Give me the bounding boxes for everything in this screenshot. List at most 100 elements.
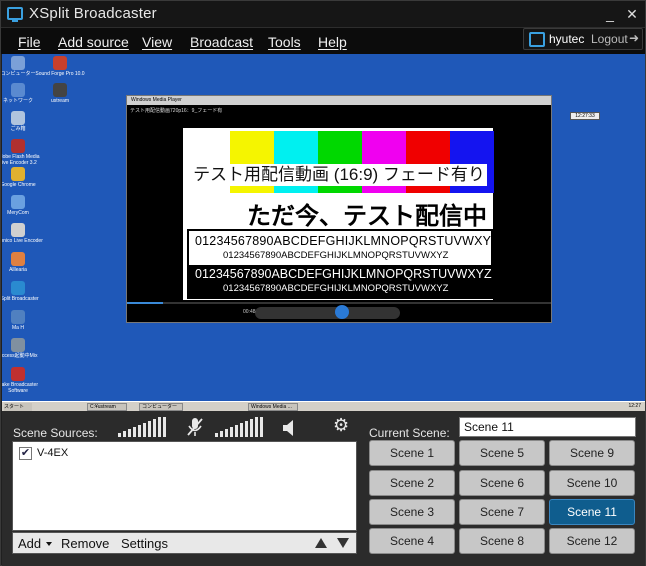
app-icon [11, 167, 25, 181]
desktop-icon-label: XSplit Broadcaster [2, 296, 39, 302]
taskbar-item: Windows Media ... [248, 403, 298, 411]
taskbar-item: コンピューター [139, 403, 183, 411]
menu-broadcast[interactable]: Broadcast [190, 34, 253, 50]
app-icon [11, 111, 25, 125]
desktop-icon-label: Google Chrome [2, 182, 36, 188]
scene-button[interactable]: Scene 8 [459, 528, 545, 554]
move-down-icon[interactable] [337, 538, 349, 548]
microphone-muted-icon[interactable] [186, 417, 204, 437]
desktop-icon-label: Niconico Live Encoder [2, 238, 43, 244]
desktop-icon-label: Adobe Flash Media Live Encoder 3.2 [2, 154, 40, 166]
arrow-right-icon[interactable]: ➜ [629, 31, 639, 45]
play-icon [335, 305, 349, 319]
menu-help[interactable]: Help [318, 34, 347, 50]
source-settings-button[interactable]: Settings [121, 536, 168, 551]
menu-file[interactable]: File [18, 34, 41, 50]
remove-source-button[interactable]: Remove [61, 536, 109, 551]
app-icon [11, 281, 25, 295]
app-window: XSplit Broadcaster _ ✕ File Add source V… [0, 0, 646, 566]
app-icon [11, 252, 25, 266]
current-scene-label: Current Scene: [369, 426, 450, 440]
app-icon [11, 367, 25, 381]
menu-add-source[interactable]: Add source [58, 34, 129, 50]
desktop-icon: MeryCom [2, 195, 44, 216]
taskbar-clock: 12:27 [628, 403, 641, 409]
desktop-icon: XSplit Broadcaster [2, 281, 44, 302]
desktop-icon: Google Chrome [2, 167, 44, 188]
desktop-taskbar: スタート C:¥ustream コンピューター Windows Media ..… [2, 401, 645, 411]
app-icon [11, 139, 25, 153]
scene-button[interactable]: Scene 2 [369, 470, 455, 496]
current-scene-field[interactable]: Scene 11 [459, 417, 636, 437]
broadcast-preview[interactable]: コンピューター Sound Forge Pro 10.0 ネットワーク ustream… [2, 54, 645, 411]
source-checkbox[interactable]: ✔ [19, 447, 32, 460]
scene-button[interactable]: Scene 7 [459, 499, 545, 525]
desktop-icon-label: ustream [50, 98, 70, 104]
speaker-volume-slider[interactable] [215, 417, 263, 437]
desktop-icon-label: Alllearia [9, 267, 27, 273]
app-icon [11, 310, 25, 324]
user-account-box: hyutec Logout ➜ [523, 28, 643, 50]
video-caption-1: テスト用配信動画 (16:9) フェード有り [191, 164, 487, 186]
video-text-line-1: 01234567890ABCDEFGHIJKLMNOPQRSTUVWXYZ [195, 234, 500, 248]
app-icon [11, 83, 25, 97]
speaker-icon[interactable] [282, 419, 298, 437]
title-bar: XSplit Broadcaster _ ✕ [1, 1, 645, 27]
app-icon [11, 195, 25, 209]
desktop-icon-label: Ma H [12, 325, 24, 331]
video-text-box: 01234567890ABCDEFGHIJKLMNOPQRSTUVWXYZ 01… [187, 229, 499, 299]
desktop-clock-gadget: 12:27:33 [570, 112, 600, 120]
scene-button[interactable]: Scene 12 [549, 528, 635, 554]
desktop-icon: Sound Forge Pro 10.0 [34, 56, 86, 77]
scene-button[interactable]: Scene 9 [549, 440, 635, 466]
logout-link[interactable]: Logout [591, 32, 628, 46]
video-text-line-3: 01234567890ABCDEFGHIJKLMNOPQRSTUVWXYZ [195, 267, 492, 281]
scene-button[interactable]: Scene 6 [459, 470, 545, 496]
menu-tools[interactable]: Tools [268, 34, 301, 50]
scene-button[interactable]: Scene 5 [459, 440, 545, 466]
test-pattern-video: テスト用配信動画 (16:9) フェード有り ただ今、テスト配信中 012345… [181, 126, 499, 302]
media-player-title: Windows Media Player [127, 96, 551, 105]
app-icon [53, 83, 67, 97]
desktop-icon-label: Cake Broadcaster Software [2, 382, 39, 394]
username: hyutec [549, 32, 585, 46]
desktop-icon: Niconico Live Encoder [2, 223, 44, 244]
video-text-black-band: 01234567890ABCDEFGHIJKLMNOPQRSTUVWXYZ 01… [189, 265, 492, 298]
desktop-icon: ustream [34, 83, 86, 104]
menu-view[interactable]: View [142, 34, 172, 50]
media-progress-bar [127, 302, 551, 304]
sources-toolbar: Add Remove Settings [12, 532, 357, 554]
gear-icon[interactable]: ⚙ [333, 415, 349, 436]
xsplit-logo-icon [7, 7, 23, 22]
desktop-icon: Alllearia [2, 252, 44, 273]
desktop-icon: ごみ箱 [2, 111, 44, 132]
desktop-icon-label: ごみ箱 [10, 126, 26, 132]
desktop-icon: Cake Broadcaster Software [2, 367, 44, 394]
app-icon [11, 56, 25, 70]
app-icon [11, 338, 25, 352]
media-player-subtitle: テスト用配信動画720p16：9_フェード有 [130, 108, 223, 114]
move-up-icon[interactable] [315, 538, 327, 548]
media-player-window: Windows Media Player テスト用配信動画720p16：9_フェ… [126, 95, 552, 323]
source-name: V-4EX [37, 447, 69, 459]
start-button: スタート [4, 403, 32, 411]
minimize-button[interactable]: _ [601, 5, 619, 23]
scene-button[interactable]: Scene 11 [549, 499, 635, 525]
window-title: XSplit Broadcaster [29, 5, 157, 22]
scene-button[interactable]: Scene 4 [369, 528, 455, 554]
desktop-icon: Adobe Flash Media Live Encoder 3.2 [2, 139, 44, 166]
mic-volume-slider[interactable] [118, 417, 166, 437]
scene-button[interactable]: Scene 10 [549, 470, 635, 496]
app-icon [11, 223, 25, 237]
media-controls: 00:48 [243, 305, 400, 319]
close-button[interactable]: ✕ [623, 5, 641, 23]
chevron-down-icon[interactable] [46, 542, 52, 546]
scene-button[interactable]: Scene 1 [369, 440, 455, 466]
scene-button[interactable]: Scene 3 [369, 499, 455, 525]
video-text-line-2: 01234567890ABCDEFGHIJKLMNOPQRSTUVWXYZ [223, 250, 449, 261]
desktop-icon: Ma H [2, 310, 44, 331]
desktop-icon-label: MeryCom [7, 210, 29, 216]
media-time: 00:48 [243, 309, 256, 315]
add-source-button[interactable]: Add [18, 536, 41, 551]
video-caption-2: ただ今、テスト配信中 [247, 203, 487, 230]
